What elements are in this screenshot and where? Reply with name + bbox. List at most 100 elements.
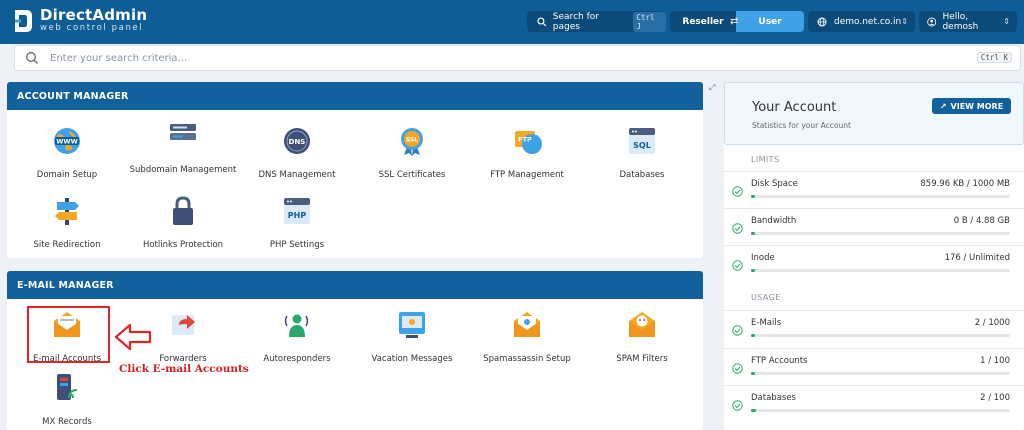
stat-row: FTP Accounts 1 / 100	[724, 348, 1024, 385]
annotation-callout: Click E-mail Accounts	[119, 363, 249, 375]
site-redirection-tile[interactable]: Site Redirection	[7, 195, 127, 252]
stat-value: 2 / 1000	[974, 318, 1010, 328]
progress-bar	[751, 269, 1010, 272]
tile-label: Vacation Messages	[371, 354, 453, 364]
autoresponders-tile[interactable]: Autoresponders	[237, 309, 357, 366]
account-manager-panel: ACCOUNT MANAGER WWW Domain Setup Subdoma…	[7, 82, 703, 258]
tile-label: PHP Settings	[269, 240, 325, 250]
swap-icon: ⇄	[730, 16, 739, 27]
stat-row: Disk Space 859.96 KB / 1000 MB	[724, 171, 1024, 208]
user-menu[interactable]: Hello, demosh ⇕	[919, 11, 1017, 32]
svg-text:SQL: SQL	[633, 141, 651, 150]
globe-icon	[817, 17, 827, 26]
check-circle-icon	[732, 260, 743, 271]
dns-management-tile[interactable]: DNS DNS Management	[237, 125, 357, 182]
progress-bar	[751, 334, 1010, 337]
check-circle-icon	[732, 186, 743, 197]
tile-label: Domain Setup	[36, 170, 98, 180]
subdomain-management-tile[interactable]: Subdomain Management	[123, 120, 243, 177]
domain-setup-tile[interactable]: WWW Domain Setup	[7, 125, 127, 182]
databases-tile[interactable]: SQL Databases	[582, 125, 702, 182]
highlight-box	[27, 306, 110, 363]
spamassassin-setup-tile[interactable]: Spamassassin Setup	[467, 309, 587, 366]
stat-name: FTP Accounts	[751, 356, 808, 366]
stat-value: 2 / 100	[980, 393, 1010, 403]
search-pages-button[interactable]: Search for pages Ctrl J	[527, 11, 666, 32]
stat-name: Inode	[751, 253, 775, 263]
view-more-button[interactable]: ↗ VIEW MORE	[932, 98, 1011, 114]
globe-www-icon: WWW	[54, 128, 80, 154]
svg-text:SSL: SSL	[406, 137, 418, 144]
mx-records-icon	[57, 374, 78, 400]
dns-icon: DNS	[284, 128, 310, 154]
stat-row: Bandwidth 0 B / 4.88 GB	[724, 208, 1024, 245]
svg-text:PHP: PHP	[288, 211, 307, 220]
tile-label: Autoresponders	[263, 354, 331, 364]
role-user-option[interactable]: User	[736, 11, 804, 32]
progress-fill	[751, 372, 755, 375]
tile-label: SPAM Filters	[616, 354, 668, 364]
svg-text:FTP: FTP	[518, 136, 532, 144]
hotlinks-protection-tile[interactable]: Hotlinks Protection	[123, 195, 243, 252]
chevron-updown-icon: ⇕	[901, 17, 908, 26]
search-pages-label: Search for pages	[552, 11, 599, 32]
sql-database-icon: SQL	[629, 128, 655, 154]
check-circle-icon	[732, 400, 743, 411]
role-toggle[interactable]: Reseller User ⇄	[670, 11, 804, 32]
account-manager-title: ACCOUNT MANAGER	[7, 82, 703, 110]
check-circle-icon	[732, 223, 743, 234]
progress-fill	[751, 195, 755, 198]
svg-text:WWW: WWW	[56, 138, 78, 146]
stat-value: 0 B / 4.88 GB	[953, 216, 1010, 226]
your-account-subtitle: Statistics for your Account	[752, 121, 851, 130]
progress-fill	[751, 409, 757, 412]
spam-envelope-icon	[514, 312, 540, 337]
external-link-icon: ↗	[939, 101, 947, 111]
php-icon: PHP	[284, 198, 310, 224]
user-icon	[927, 17, 937, 26]
svg-text:DNS: DNS	[289, 138, 306, 146]
your-account-title: Your Account	[752, 100, 837, 115]
stat-name: E-Mails	[751, 318, 782, 328]
directadmin-logo-icon	[15, 10, 32, 32]
stat-value: 1 / 100	[980, 356, 1010, 366]
domain-select[interactable]: demo.net.co.in ⇕	[808, 11, 915, 32]
brand-subtitle: web control panel	[40, 23, 144, 33]
mx-records-tile[interactable]: MX Records	[7, 372, 127, 429]
stat-row: E-Mails 2 / 1000	[724, 310, 1024, 347]
forward-mail-icon	[172, 315, 195, 335]
stat-name: Databases	[751, 393, 796, 403]
vacation-messages-tile[interactable]: Vacation Messages	[352, 309, 472, 366]
ftp-icon: FTP	[515, 131, 542, 154]
autoresponder-icon	[284, 314, 309, 337]
php-settings-tile[interactable]: PHP PHP Settings	[237, 195, 357, 252]
stat-row: Databases 2 / 100	[724, 385, 1024, 422]
expand-icon[interactable]: ⤢	[709, 83, 715, 93]
spam-filter-icon	[629, 312, 655, 337]
stat-name: Disk Space	[751, 179, 798, 189]
usage-label: USAGE	[751, 293, 781, 302]
stat-value: 176 / Unlimited	[944, 253, 1010, 263]
search-pages-shortcut: Ctrl J	[633, 11, 666, 32]
spam-filters-tile[interactable]: SPAM Filters	[582, 309, 702, 366]
progress-bar	[751, 232, 1010, 235]
ssl-certificates-tile[interactable]: SSL SSL Certificates	[352, 125, 472, 182]
ssl-badge-icon: SSL	[401, 128, 423, 156]
role-reseller-option[interactable]: Reseller	[670, 11, 736, 32]
search-input-placeholder[interactable]: Enter your search criteria...	[50, 53, 187, 64]
search-icon	[26, 52, 38, 64]
vacation-message-icon	[399, 312, 425, 338]
limits-label: LIMITS	[751, 155, 780, 164]
progress-fill	[751, 269, 755, 272]
top-bar: DirectAdmin web control panel Search for…	[0, 0, 1024, 44]
tile-label: FTP Management	[490, 170, 564, 180]
stat-value: 859.96 KB / 1000 MB	[920, 179, 1010, 189]
global-search[interactable]: Enter your search criteria... Ctrl K	[14, 45, 1021, 71]
brand-name: DirectAdmin	[40, 6, 148, 24]
padlock-icon	[173, 196, 193, 225]
email-manager-panel: E-MAIL MANAGER E-mail Accounts Forwarder…	[7, 271, 703, 430]
progress-bar	[751, 372, 1010, 375]
ftp-management-tile[interactable]: FTP FTP Management	[467, 125, 587, 182]
logo[interactable]: DirectAdmin web control panel	[12, 6, 147, 34]
subdomain-icon	[170, 124, 196, 140]
